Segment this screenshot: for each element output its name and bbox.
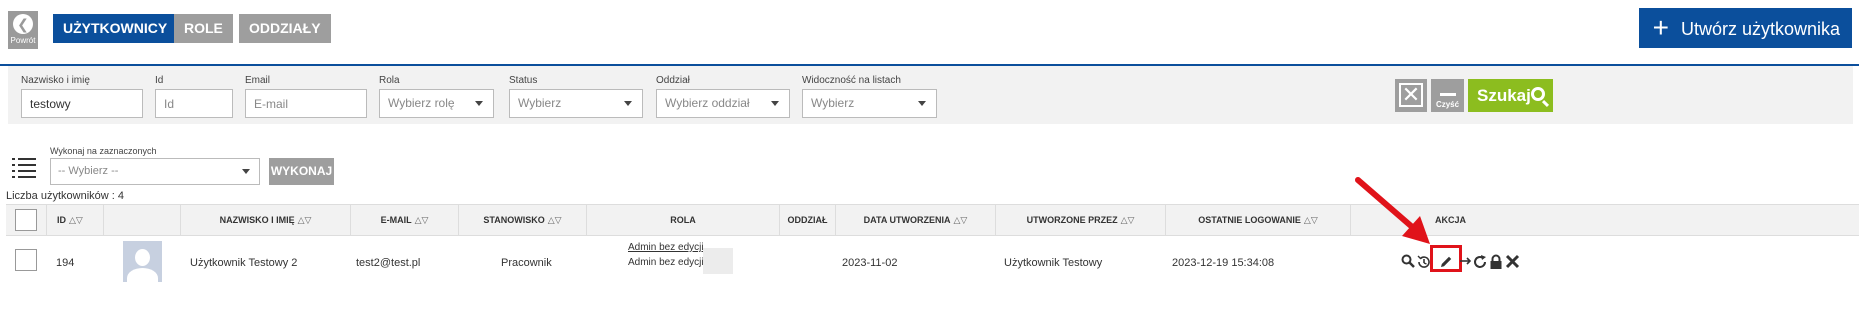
email-input[interactable] bbox=[245, 89, 367, 118]
edit-highlight-box bbox=[1430, 245, 1462, 272]
search-label: Szukaj bbox=[1477, 86, 1531, 105]
row-position: Pracownik bbox=[501, 257, 552, 269]
row-email: test2@test.pl bbox=[356, 257, 421, 269]
tab-branches[interactable]: ODDZIAŁY bbox=[239, 14, 331, 43]
filter-branch: Oddział Wybierz oddział bbox=[656, 75, 790, 118]
col-actions: AKCJA bbox=[1350, 205, 1859, 235]
sort-icon[interactable]: △▽ bbox=[298, 215, 312, 225]
search-button[interactable]: Szukaj bbox=[1468, 79, 1553, 112]
col-created[interactable]: DATA UTWORZENIA △▽ bbox=[835, 205, 995, 235]
name-input[interactable] bbox=[21, 89, 143, 118]
select-all-cell bbox=[6, 205, 46, 235]
back-label: Powrót bbox=[10, 36, 36, 45]
sort-icon[interactable]: △▽ bbox=[1121, 215, 1135, 225]
branch-select[interactable]: Wybierz oddział bbox=[656, 89, 790, 118]
id-input[interactable] bbox=[155, 89, 233, 118]
clear-label: Czyść bbox=[1435, 100, 1460, 109]
role-link[interactable]: Admin bez edycji bbox=[628, 242, 704, 253]
row-checkbox[interactable] bbox=[15, 249, 37, 271]
back-arrow-icon: ❮ bbox=[13, 14, 33, 34]
filter-email-label: Email bbox=[245, 75, 271, 86]
filter-status: Status Wybierz bbox=[509, 75, 643, 118]
lock-icon[interactable] bbox=[1489, 254, 1503, 270]
bulk-action-label: Wykonaj na zaznaczonych bbox=[50, 146, 157, 156]
row-id: 194 bbox=[56, 257, 75, 269]
row-created: 2023-11-02 bbox=[842, 257, 898, 269]
tab-roles[interactable]: ROLE bbox=[174, 14, 233, 43]
filter-id-label: Id bbox=[155, 75, 164, 86]
clear-fields-button[interactable]: ✕ bbox=[1395, 79, 1427, 112]
tab-users[interactable]: UŻYTKOWNICY bbox=[53, 14, 178, 43]
chevron-down-icon bbox=[475, 101, 483, 106]
create-user-button[interactable]: + Utwórz użytkownika bbox=[1638, 8, 1852, 48]
sort-icon[interactable]: △▽ bbox=[415, 215, 429, 225]
filter-name-label: Nazwisko i imię bbox=[21, 75, 90, 86]
col-name[interactable]: NAZWISKO I IMIĘ △▽ bbox=[180, 205, 350, 235]
delete-icon[interactable] bbox=[1505, 254, 1520, 269]
select-all-checkbox[interactable] bbox=[15, 209, 37, 231]
status-select[interactable]: Wybierz bbox=[509, 89, 643, 118]
back-button[interactable]: ❮ Powrót bbox=[8, 11, 38, 49]
filter-role: Rola Wybierz rolę bbox=[379, 75, 494, 118]
chevron-down-icon bbox=[624, 101, 632, 106]
row-created-by: Użytkownik Testowy bbox=[1004, 257, 1103, 269]
bulk-action-select[interactable]: -- Wybierz -- bbox=[50, 158, 260, 185]
search-icon[interactable] bbox=[1401, 254, 1415, 268]
col-id[interactable]: ID △▽ bbox=[46, 205, 103, 235]
role-text: Admin bez edycji bbox=[628, 257, 704, 268]
row-last-login: 2023-12-19 15:34:08 bbox=[1172, 257, 1275, 269]
row-roles: Admin bez edycji Admin bez edycji bbox=[628, 242, 704, 268]
sort-icon[interactable]: △▽ bbox=[953, 215, 967, 225]
avatar bbox=[123, 241, 162, 282]
branch-select-value: Wybierz oddział bbox=[665, 96, 750, 110]
bulk-action-value: -- Wybierz -- bbox=[58, 165, 119, 177]
visibility-select-value: Wybierz bbox=[811, 96, 855, 110]
col-avatar bbox=[103, 205, 180, 235]
visibility-select[interactable]: Wybierz bbox=[802, 89, 937, 118]
row-name: Użytkownik Testowy 2 bbox=[190, 257, 298, 269]
col-role: ROLA bbox=[586, 205, 779, 235]
filter-role-label: Rola bbox=[379, 75, 400, 86]
filter-name: Nazwisko i imię bbox=[21, 75, 143, 118]
sort-icon[interactable]: △▽ bbox=[1304, 215, 1318, 225]
search-icon bbox=[1531, 87, 1545, 101]
chevron-down-icon bbox=[242, 169, 250, 174]
plus-icon: + bbox=[1652, 12, 1669, 43]
col-created-by[interactable]: UTWORZONE PRZEZ △▽ bbox=[995, 205, 1165, 235]
refresh-icon[interactable] bbox=[1472, 254, 1488, 270]
col-branch: ODDZIAŁ bbox=[779, 205, 835, 235]
filter-email: Email bbox=[245, 75, 367, 118]
table-header: ID △▽ NAZWISKO I IMIĘ △▽ E-MAIL △▽ STANOWIS… bbox=[6, 204, 1859, 236]
redacted-area bbox=[703, 248, 733, 274]
filter-branch-label: Oddział bbox=[656, 75, 690, 86]
sort-icon[interactable]: △▽ bbox=[548, 215, 562, 225]
arrow-right-icon[interactable] bbox=[1459, 254, 1473, 268]
clear-button[interactable]: Czyść bbox=[1431, 79, 1464, 112]
execute-button[interactable]: WYKONAJ bbox=[269, 158, 334, 185]
filter-visibility-label: Widoczność na listach bbox=[802, 75, 901, 86]
chevron-down-icon bbox=[918, 101, 926, 106]
create-user-label: Utwórz użytkownika bbox=[1680, 19, 1840, 39]
col-last-login[interactable]: OSTATNIE LOGOWANIE △▽ bbox=[1165, 205, 1350, 235]
status-select-value: Wybierz bbox=[518, 96, 562, 110]
sort-icon[interactable]: △▽ bbox=[69, 215, 83, 225]
role-select-value: Wybierz rolę bbox=[388, 96, 455, 110]
filter-visibility: Widoczność na listach Wybierz bbox=[802, 75, 937, 118]
filter-status-label: Status bbox=[509, 75, 538, 86]
top-bar: ❮ Powrót UŻYTKOWNICY ROLE ODDZIAŁY + Utwó… bbox=[0, 0, 1859, 64]
col-position[interactable]: STANOWISKO △▽ bbox=[458, 205, 586, 235]
user-count: Liczba użytkowników : 4 bbox=[6, 190, 124, 202]
chevron-down-icon bbox=[771, 101, 779, 106]
close-icon: ✕ bbox=[1399, 83, 1423, 107]
filter-panel: Nazwisko i imię Id Email Rola Wybierz ro… bbox=[8, 66, 1853, 124]
minus-icon bbox=[1439, 93, 1456, 96]
filter-id: Id bbox=[155, 75, 233, 118]
col-email[interactable]: E-MAIL △▽ bbox=[350, 205, 458, 235]
role-select[interactable]: Wybierz rolę bbox=[379, 89, 494, 118]
table-row: 194 Użytkownik Testowy 2 test2@test.pl P… bbox=[6, 237, 1859, 282]
list-view-icon[interactable] bbox=[12, 157, 36, 178]
